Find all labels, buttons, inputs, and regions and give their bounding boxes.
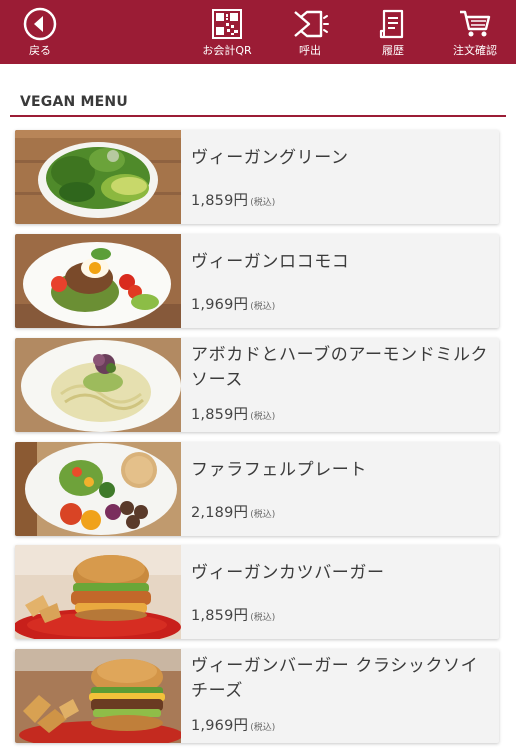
menu-item-card[interactable]: ヴィーガンバーガー クラシックソイチーズ 1,969円 (税込) [15,649,499,743]
menu-item-price-row: 2,189円 (税込) [191,501,275,522]
menu-item-name: ヴィーガンバーガー クラシックソイチーズ [191,656,479,701]
menu-item-price-row: 1,859円 (税込) [191,604,275,625]
call-staff-button[interactable]: 呼出 [273,0,347,64]
call-staff-label: 呼出 [299,44,321,57]
menu-item-card[interactable]: ヴィーガンカツバーガー 1,859円 (税込) [15,545,499,639]
qr-code-icon [212,9,242,39]
menu-item-price: 1,859円 [191,608,249,624]
menu-item-price: 1,859円 [191,407,249,423]
tax-note: (税込) [250,723,276,733]
call-bell-icon [291,9,329,39]
menu-item-price: 1,969円 [191,718,249,734]
menu-item-photo [15,130,181,224]
menu-item-price: 1,969円 [191,297,249,313]
tax-note: (税込) [250,412,276,422]
tax-note: (税込) [250,613,276,623]
checkout-qr-button[interactable]: お会計QR [190,0,264,64]
menu-item-card[interactable]: ヴィーガングリーン 1,859円 (税込) [15,130,499,224]
menu-item-photo [15,649,181,743]
order-history-label: 履歴 [382,44,404,57]
menu-item-name: ヴィーガングリーン [191,148,349,168]
menu-item-name: アボカドとハーブのアーモンドミルクソース [191,345,489,390]
menu-item-photo [15,442,181,536]
checkout-qr-label: お会計QR [202,44,252,57]
menu-item-name: ヴィーガンカツバーガー [191,563,385,583]
menu-item-name: ヴィーガンロコモコ [191,252,350,272]
tax-note: (税込) [250,198,276,208]
section-title: VEGAN MENU [20,94,128,110]
menu-item-price: 2,189円 [191,505,249,521]
order-history-button[interactable]: 履歴 [356,0,430,64]
tax-note: (税込) [250,302,276,312]
history-receipt-icon [377,9,409,39]
menu-item-price-row: 1,969円 (税込) [191,293,275,314]
back-label: 戻る [29,44,51,57]
menu-item-photo [15,338,181,432]
section-divider [10,115,506,117]
order-confirm-button[interactable]: 注文確認 [438,0,512,64]
tax-note: (税込) [250,510,276,520]
menu-item-price-row: 1,859円 (税込) [191,189,275,210]
back-button[interactable]: 戻る [3,0,77,64]
menu-item-photo [15,545,181,639]
menu-item-price-row: 1,859円 (税込) [191,403,275,424]
menu-item-card[interactable]: ヴィーガンロコモコ 1,969円 (税込) [15,234,499,328]
order-confirm-label: 注文確認 [453,44,497,57]
top-nav-bar: 戻る お会計QR 呼出 履歴 注文確認 [0,0,516,64]
menu-item-card[interactable]: アボカドとハーブのアーモンドミルクソース 1,859円 (税込) [15,338,499,432]
menu-item-name: ファラフェルプレート [191,460,367,480]
menu-item-photo [15,234,181,328]
menu-item-price-row: 1,969円 (税込) [191,714,275,735]
menu-item-price: 1,859円 [191,193,249,209]
menu-item-card[interactable]: ファラフェルプレート 2,189円 (税込) [15,442,499,536]
cart-icon [458,9,492,39]
back-arrow-icon [23,7,57,41]
